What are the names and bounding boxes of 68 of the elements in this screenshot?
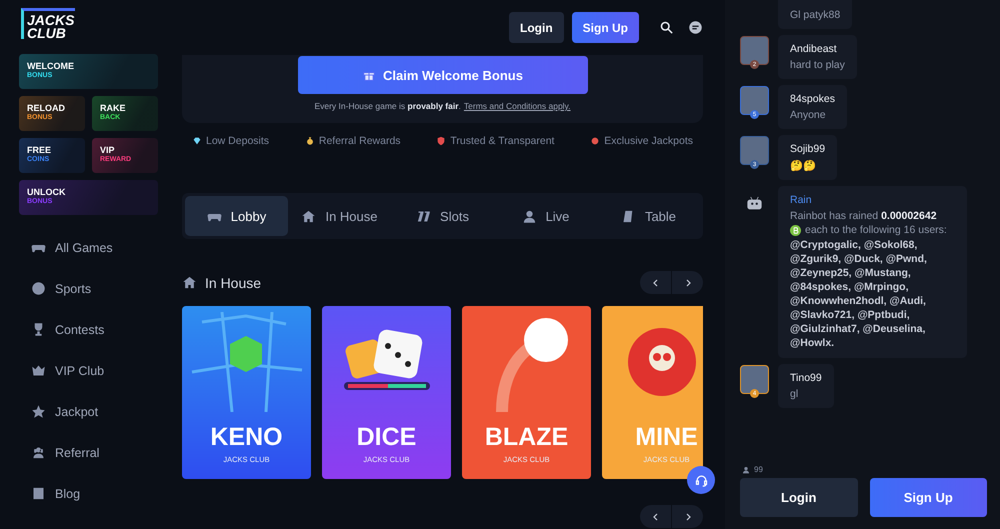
coin-icon: [790, 224, 801, 236]
feature-label: Referral Rewards: [318, 135, 401, 147]
feature-icon: [436, 136, 446, 146]
login-button[interactable]: Login: [740, 478, 858, 517]
fairness-note: Every In-House game is provably fair.: [314, 101, 461, 111]
logo[interactable]: JACKS CLUB: [21, 8, 75, 40]
game-title: BLAZE: [484, 425, 568, 450]
feature-label: Exclusive Jackpots: [604, 135, 693, 147]
support-button[interactable]: [687, 466, 715, 494]
message-text: each to the following 16 users:: [805, 224, 947, 236]
feature-label: Trusted & Transparent: [450, 135, 554, 147]
message-text: hard to play: [790, 59, 845, 71]
online-count: 99: [754, 465, 763, 474]
username[interactable]: Andibeast: [790, 43, 845, 55]
next-button[interactable]: [672, 505, 703, 528]
message-text: Gl patyk88: [790, 9, 840, 21]
feature-label: Low Deposits: [206, 135, 270, 147]
category-tab[interactable]: In House: [288, 196, 391, 236]
next-button[interactable]: [672, 271, 703, 294]
chat-icon[interactable]: [688, 20, 703, 35]
message-text: Rainbot has rained 0.00002642: [790, 210, 938, 222]
tab-icon: [301, 208, 316, 224]
terms-link[interactable]: Terms and Conditions apply.: [464, 101, 571, 111]
category-tab[interactable]: Live: [494, 196, 597, 236]
category-tab[interactable]: Table: [597, 196, 700, 236]
previous-button[interactable]: [640, 505, 671, 528]
message-text: 🤔🤔: [790, 159, 817, 172]
nav-icon: [31, 486, 46, 502]
headset-icon: [694, 472, 708, 488]
tab-icon: [522, 208, 537, 224]
sidebar-item[interactable]: All Games: [19, 227, 170, 268]
signup-button[interactable]: Sign Up: [870, 478, 987, 517]
sidebar-item[interactable]: VIP Club: [19, 350, 170, 392]
signup-button[interactable]: Sign Up: [572, 12, 639, 43]
feature-icon: [590, 136, 600, 146]
nav-icon: [31, 281, 46, 296]
nav-icon: [31, 363, 46, 378]
username[interactable]: 84spokes: [790, 93, 835, 105]
house-icon: [182, 275, 197, 290]
tab-icon: [416, 208, 432, 224]
username[interactable]: Sojib99: [790, 143, 826, 155]
nav-icon: [31, 404, 46, 420]
game-title: MINE: [635, 425, 698, 450]
chevron-left-icon: [650, 278, 660, 288]
sidebar-item[interactable]: Contests: [19, 309, 170, 350]
nav-icon: [31, 445, 46, 460]
search-icon[interactable]: [659, 20, 674, 35]
category-tab[interactable]: Lobby: [185, 196, 288, 236]
sidebar-item[interactable]: Jackpot: [19, 391, 170, 432]
claim-bonus-button[interactable]: Claim Welcome Bonus: [298, 56, 588, 94]
section-title: In House: [205, 274, 262, 290]
feature-icon: [304, 136, 315, 146]
mention-list: @Cryptogalic, @Sokol68, @Zgurik9, @Duck, @Pwnd, @Zeynep25, @Mustang, @84spokes, @Mrpingo, @Knowwhen2hodl, @Audi, @Slavko721, @Pptbudi, @Giulzinhat7, @Deuselina, @Howlx.: [790, 238, 955, 350]
sidebar-item[interactable]: Referral: [19, 432, 170, 474]
message-text: Anyone: [790, 109, 827, 121]
message-text: gl: [790, 388, 800, 400]
username[interactable]: Tino99: [790, 372, 822, 384]
game-title: DICE: [356, 425, 416, 450]
sidebar-item[interactable]: Sports: [19, 268, 170, 310]
previous-button[interactable]: [640, 271, 671, 294]
sidebar-item[interactable]: Blog: [19, 473, 170, 514]
person-icon: [742, 466, 750, 474]
username[interactable]: Rain: [790, 194, 955, 206]
feature-icon: [192, 136, 202, 146]
category-tab[interactable]: Slots: [391, 196, 494, 236]
game-title: KENO: [210, 425, 283, 450]
login-button[interactable]: Login: [509, 12, 564, 43]
chevron-left-icon: [650, 512, 660, 522]
